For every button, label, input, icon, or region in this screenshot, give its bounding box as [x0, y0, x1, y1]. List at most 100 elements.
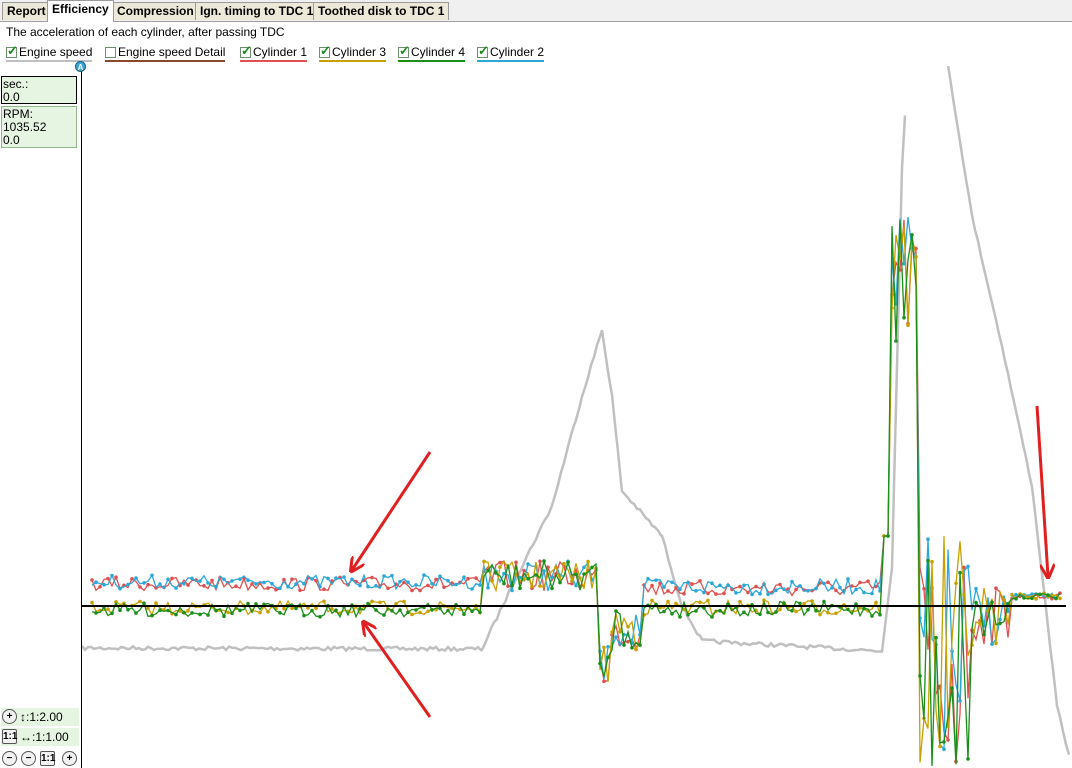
- data-point: [738, 599, 742, 604]
- data-point: [706, 591, 710, 596]
- data-point: [146, 582, 150, 587]
- data-point: [578, 576, 582, 580]
- data-point: [158, 582, 162, 586]
- data-point: [426, 609, 430, 614]
- data-point: [230, 579, 234, 583]
- data-point: [282, 607, 286, 611]
- tab-ign-timing[interactable]: Ign. timing to TDC 1: [195, 2, 319, 20]
- data-point: [718, 583, 722, 588]
- tab-compression[interactable]: Compression: [112, 2, 199, 20]
- data-point: [414, 608, 418, 612]
- data-point: [322, 587, 326, 591]
- data-point: [262, 580, 266, 585]
- tab-toothed-disk[interactable]: Toothed disk to TDC 1: [313, 2, 450, 20]
- efficiency-chart[interactable]: [82, 66, 1072, 768]
- data-point: [126, 582, 130, 587]
- data-point: [206, 613, 210, 617]
- legend-engine-speed[interactable]: ✓ Engine speed: [6, 44, 93, 62]
- data-point: [602, 645, 606, 650]
- data-point: [138, 599, 142, 604]
- data-point: [290, 577, 294, 581]
- reset-zoom-button[interactable]: 1:1: [2, 729, 17, 744]
- data-point: [438, 606, 442, 611]
- data-point: [574, 572, 578, 577]
- data-point: [190, 611, 194, 615]
- data-point: [390, 573, 394, 578]
- data-point: [486, 568, 490, 573]
- data-point: [1002, 598, 1006, 602]
- data-point: [566, 560, 570, 565]
- data-point: [962, 592, 966, 597]
- checkbox-engine-speed[interactable]: ✓: [6, 44, 18, 58]
- data-point: [554, 565, 558, 569]
- data-point: [482, 559, 486, 564]
- data-point: [834, 588, 838, 593]
- data-point: [758, 612, 762, 617]
- data-point: [410, 588, 414, 593]
- legend-engine-speed-detail[interactable]: Engine speed Detail: [105, 45, 226, 62]
- data-point: [406, 580, 410, 585]
- data-point: [110, 573, 114, 578]
- data-point: [870, 591, 874, 596]
- checkbox-cylinder-1[interactable]: ✓: [240, 44, 252, 58]
- checkbox-engine-speed-detail[interactable]: [105, 47, 116, 58]
- data-point: [130, 577, 134, 581]
- data-point: [214, 585, 218, 589]
- data-point: [438, 574, 442, 578]
- data-point: [358, 583, 362, 588]
- checkbox-cylinder-3[interactable]: ✓: [319, 44, 331, 58]
- checkbox-cylinder-4[interactable]: ✓: [398, 44, 410, 58]
- data-point: [154, 601, 158, 605]
- data-point: [690, 582, 694, 586]
- zoom-out-horizontal-button[interactable]: −: [21, 751, 36, 766]
- data-point: [322, 599, 326, 604]
- data-point: [602, 679, 606, 684]
- one-to-one-button[interactable]: 1:1: [40, 751, 55, 766]
- legend-cylinder-3[interactable]: ✓ Cylinder 3: [319, 44, 387, 62]
- tab-report[interactable]: Report: [2, 2, 51, 20]
- data-point: [138, 585, 142, 589]
- data-point: [418, 610, 422, 615]
- data-point: [530, 584, 534, 589]
- zoom-in-button[interactable]: +: [62, 751, 77, 766]
- data-point: [506, 584, 510, 588]
- data-point: [974, 586, 978, 591]
- data-point: [742, 583, 746, 588]
- data-point: [582, 572, 586, 576]
- data-point: [238, 608, 242, 613]
- legend-cylinder-2[interactable]: ✓ Cylinder 2: [477, 44, 545, 62]
- data-point: [870, 614, 874, 618]
- data-point: [862, 606, 866, 611]
- legend-cylinder-1[interactable]: ✓ Cylinder 1: [240, 44, 308, 62]
- data-point: [406, 610, 410, 615]
- data-point: [334, 608, 338, 612]
- tab-efficiency[interactable]: Efficiency: [47, 0, 114, 22]
- data-point: [202, 584, 206, 588]
- legend-cylinder-4[interactable]: ✓ Cylinder 4: [398, 44, 466, 62]
- data-point: [430, 608, 434, 612]
- data-point: [650, 598, 654, 603]
- data-point: [1006, 601, 1010, 606]
- legend-label: Engine speed: [19, 45, 93, 59]
- zoom-in-vertical-button[interactable]: +: [2, 709, 17, 724]
- data-point: [818, 612, 822, 617]
- cylinder-1-series: [91, 219, 1061, 762]
- legend-color-line: [477, 60, 545, 62]
- data-point: [650, 583, 654, 588]
- data-point: [570, 579, 574, 583]
- data-point: [94, 580, 98, 584]
- chart-subtitle: The acceleration of each cylinder, after…: [6, 25, 285, 39]
- data-point: [930, 559, 934, 564]
- data-point: [118, 608, 122, 613]
- data-point: [142, 601, 146, 605]
- data-point: [562, 561, 566, 566]
- zoom-out-button[interactable]: −: [2, 751, 17, 766]
- data-point: [382, 574, 386, 578]
- legend-color-line: [319, 60, 387, 62]
- data-point: [266, 610, 270, 614]
- checkbox-cylinder-2[interactable]: ✓: [477, 44, 489, 58]
- data-point: [614, 609, 618, 613]
- data-point: [550, 575, 554, 579]
- data-point: [698, 600, 702, 605]
- data-point: [446, 578, 450, 583]
